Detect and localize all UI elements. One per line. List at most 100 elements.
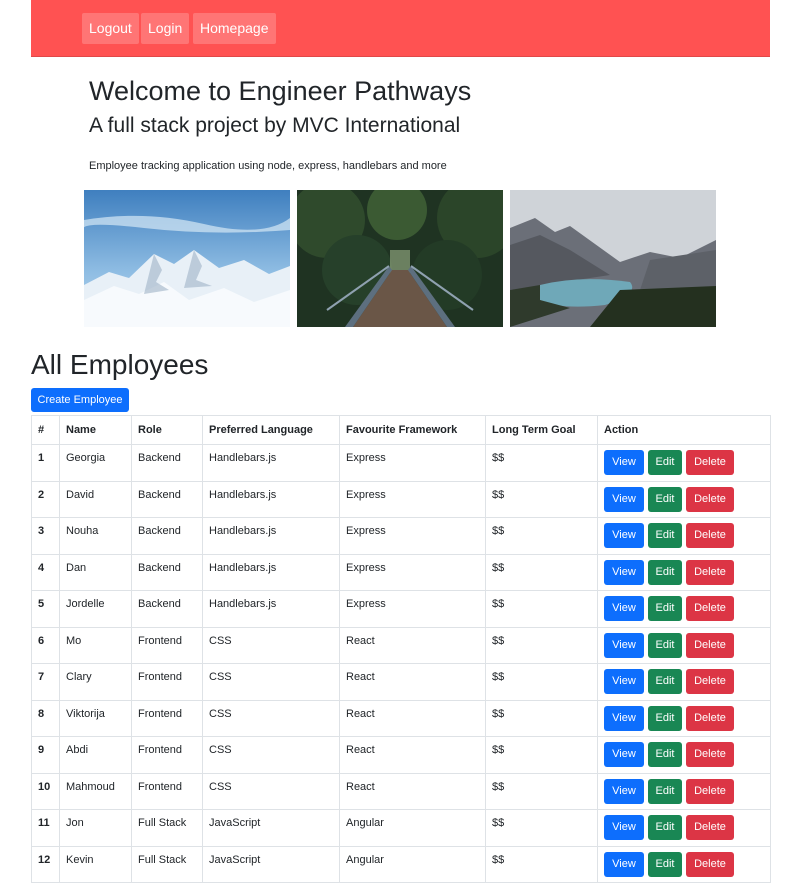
row-actions: View Edit Delete <box>597 553 771 591</box>
row-name: Viktorija <box>59 699 132 737</box>
row-language: CSS <box>202 772 340 810</box>
edit-button[interactable]: Edit <box>648 523 682 548</box>
row-actions: View Edit Delete <box>597 444 771 482</box>
row-role: Backend <box>131 444 203 482</box>
row-name: Jordelle <box>59 590 132 628</box>
delete-button[interactable]: Delete <box>686 669 734 694</box>
row-goal: $$ <box>485 444 598 482</box>
header-role: Role <box>131 415 203 445</box>
edit-button[interactable]: Edit <box>648 559 682 585</box>
row-name: Abdi <box>59 736 132 774</box>
view-button[interactable]: View <box>604 559 644 585</box>
row-id: 7 <box>31 663 60 701</box>
create-employee-button[interactable]: Create Employee <box>31 388 129 412</box>
row-framework: Express <box>339 517 486 555</box>
delete-button[interactable]: Delete <box>686 778 734 804</box>
homepage-button[interactable]: Homepage <box>193 13 276 44</box>
logout-button[interactable]: Logout <box>82 13 139 44</box>
table-row: 8 Viktorija Frontend CSS React $$ View Ed… <box>31 699 771 737</box>
view-button[interactable]: View <box>604 669 644 694</box>
row-framework: Express <box>339 480 486 518</box>
login-button[interactable]: Login <box>141 13 190 44</box>
view-button[interactable]: View <box>604 632 644 658</box>
delete-button[interactable]: Delete <box>686 815 734 840</box>
table-header-row: # Name Role Preferred Language Favourite… <box>31 415 771 445</box>
row-id: 11 <box>31 809 60 847</box>
row-framework: React <box>339 699 486 737</box>
delete-button[interactable]: Delete <box>686 450 734 475</box>
row-goal: $$ <box>485 699 598 737</box>
view-button[interactable]: View <box>604 596 644 621</box>
view-button[interactable]: View <box>604 742 644 767</box>
page-title: Welcome to Engineer Pathways <box>89 76 472 106</box>
table-row: 10 Mahmoud Frontend CSS React $$ View Edi… <box>31 772 771 810</box>
mountain-lake-image <box>510 190 716 327</box>
view-button[interactable]: View <box>604 815 644 840</box>
row-id: 12 <box>31 845 60 883</box>
table-row: 2 David Backend Handlebars.js Express $$… <box>31 480 771 518</box>
row-name: Jon <box>59 809 132 847</box>
row-name: Clary <box>59 663 132 701</box>
row-language: Handlebars.js <box>202 480 340 518</box>
row-framework: React <box>339 626 486 664</box>
row-goal: $$ <box>485 736 598 774</box>
edit-button[interactable]: Edit <box>648 815 682 840</box>
edit-button[interactable]: Edit <box>648 851 682 877</box>
row-actions: View Edit Delete <box>597 772 771 810</box>
edit-button[interactable]: Edit <box>648 669 682 694</box>
edit-button[interactable]: Edit <box>648 742 682 767</box>
header-action: Action <box>597 415 771 445</box>
header-favourite-framework: Favourite Framework <box>339 415 486 445</box>
edit-button[interactable]: Edit <box>648 632 682 658</box>
row-goal: $$ <box>485 517 598 555</box>
row-actions: View Edit Delete <box>597 736 771 774</box>
top-navbar: Logout Login Homepage <box>31 0 770 57</box>
row-goal: $$ <box>485 845 598 883</box>
table-row: 6 Mo Frontend CSS React $$ View Edit Delet… <box>31 626 771 664</box>
row-language: CSS <box>202 663 340 701</box>
row-role: Full Stack <box>131 809 203 847</box>
row-goal: $$ <box>485 626 598 664</box>
edit-button[interactable]: Edit <box>648 450 682 475</box>
edit-button[interactable]: Edit <box>648 705 682 731</box>
view-button[interactable]: View <box>604 523 644 548</box>
row-id: 1 <box>31 444 60 482</box>
table-row: 12 Kevin Full Stack JavaScript Angular $… <box>31 845 771 883</box>
view-button[interactable]: View <box>604 450 644 475</box>
table-row: 4 Dan Backend Handlebars.js Express $$ V… <box>31 553 771 591</box>
delete-button[interactable]: Delete <box>686 596 734 621</box>
page-description: Employee tracking application using node… <box>89 160 447 172</box>
delete-button[interactable]: Delete <box>686 559 734 585</box>
row-role: Frontend <box>131 772 203 810</box>
delete-button[interactable]: Delete <box>686 851 734 877</box>
row-actions: View Edit Delete <box>597 626 771 664</box>
row-goal: $$ <box>485 590 598 628</box>
row-name: Georgia <box>59 444 132 482</box>
row-role: Frontend <box>131 626 203 664</box>
header-long-term-goal: Long Term Goal <box>485 415 598 445</box>
row-framework: React <box>339 663 486 701</box>
employees-heading: All Employees <box>31 349 209 380</box>
edit-button[interactable]: Edit <box>648 486 682 512</box>
view-button[interactable]: View <box>604 851 644 877</box>
row-name: Nouha <box>59 517 132 555</box>
row-id: 5 <box>31 590 60 628</box>
delete-button[interactable]: Delete <box>686 742 734 767</box>
delete-button[interactable]: Delete <box>686 632 734 658</box>
view-button[interactable]: View <box>604 486 644 512</box>
row-id: 2 <box>31 480 60 518</box>
edit-button[interactable]: Edit <box>648 778 682 804</box>
edit-button[interactable]: Edit <box>648 596 682 621</box>
row-goal: $$ <box>485 553 598 591</box>
page-subtitle: A full stack project by MVC Internationa… <box>89 114 461 137</box>
row-language: Handlebars.js <box>202 517 340 555</box>
delete-button[interactable]: Delete <box>686 705 734 731</box>
delete-button[interactable]: Delete <box>686 523 734 548</box>
row-role: Backend <box>131 517 203 555</box>
delete-button[interactable]: Delete <box>686 486 734 512</box>
view-button[interactable]: View <box>604 778 644 804</box>
row-id: 3 <box>31 517 60 555</box>
row-goal: $$ <box>485 480 598 518</box>
row-role: Backend <box>131 553 203 591</box>
view-button[interactable]: View <box>604 705 644 731</box>
